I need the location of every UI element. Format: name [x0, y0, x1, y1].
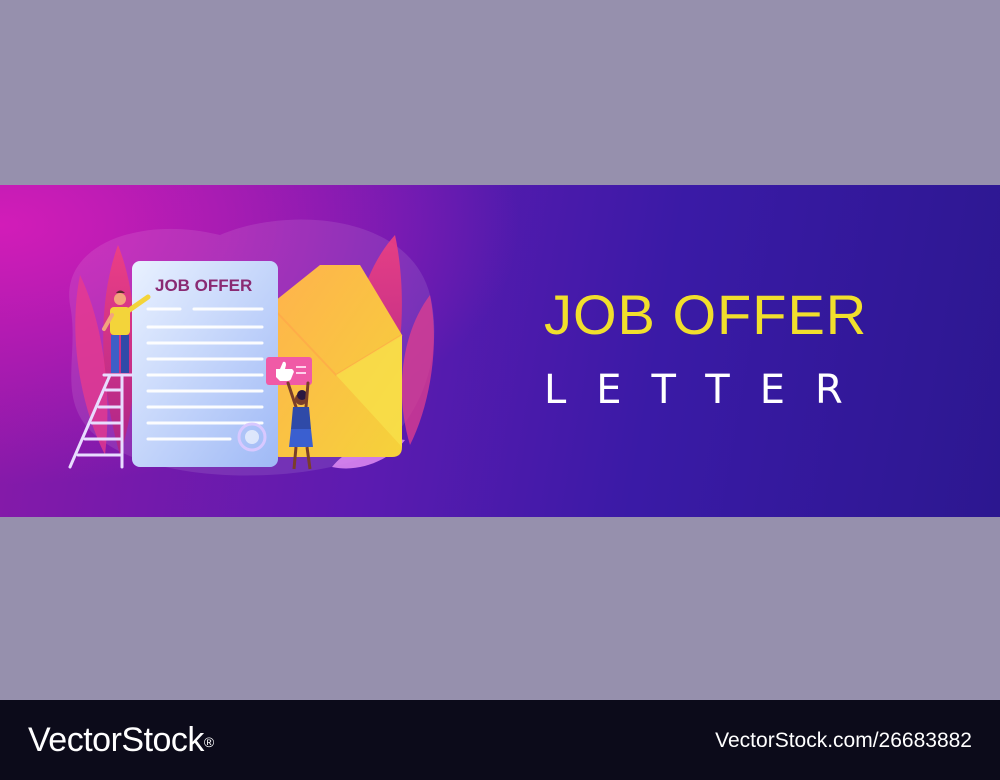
brand-name: VectorStock [28, 721, 204, 759]
banner: JOB OFFER JOB OFFER LETTER [0, 185, 1000, 517]
watermark-footer: VectorStock® VectorStock.com/26683882 [0, 700, 1000, 780]
top-gray-band [0, 0, 1000, 185]
image-id[interactable]: VectorStock.com/26683882 [715, 727, 972, 755]
job-offer-illustration: JOB OFFER [68, 219, 435, 476]
vectorstock-logo[interactable]: VectorStock® [28, 718, 214, 762]
banner-subtitle: LETTER [544, 367, 873, 413]
title-block: JOB OFFER LETTER [520, 275, 960, 425]
bottom-gray-band [0, 517, 1000, 700]
banner-title: JOB OFFER [544, 283, 868, 346]
thumbs-up-card [266, 357, 312, 385]
registered-mark: ® [203, 734, 214, 750]
document-heading: JOB OFFER [155, 276, 252, 295]
